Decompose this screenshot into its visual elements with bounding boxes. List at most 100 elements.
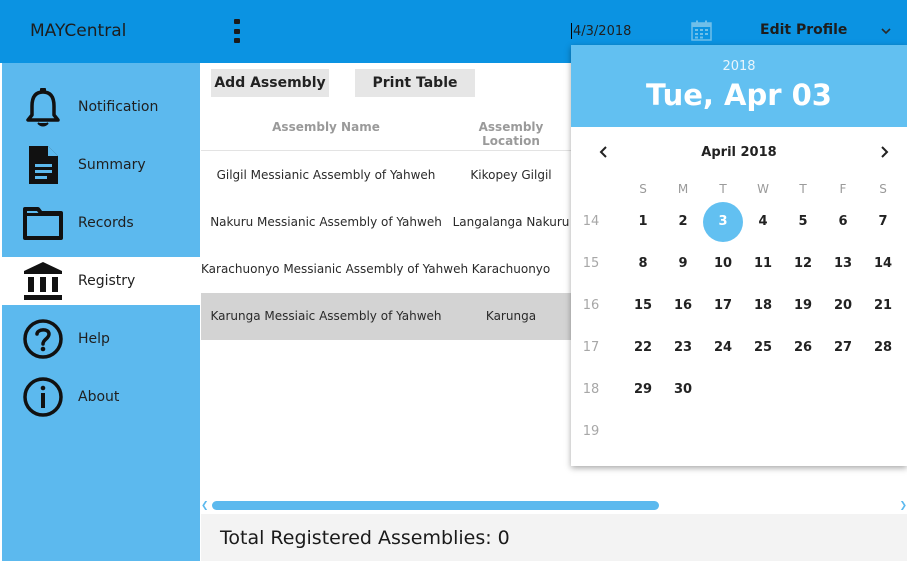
calendar-day[interactable]: 8 bbox=[623, 244, 663, 284]
calendar-week-number: 19 bbox=[582, 424, 600, 439]
calendar-day[interactable]: 14 bbox=[863, 244, 903, 284]
calendar-week-number: 16 bbox=[582, 298, 600, 313]
calendar-week-number: 18 bbox=[582, 382, 600, 397]
scroll-right-icon[interactable]: ❯ bbox=[899, 501, 907, 511]
footer-bar: Total Registered Assemblies: 0 bbox=[201, 514, 907, 561]
text-caret bbox=[571, 23, 572, 39]
calendar-day[interactable]: 20 bbox=[823, 286, 863, 326]
sidebar-item-label: Records bbox=[78, 215, 134, 231]
table-row[interactable]: Karachuonyo Messianic Assembly of Yahweh… bbox=[201, 246, 571, 293]
calendar-week-number: 15 bbox=[582, 256, 600, 271]
cell-assembly-location: Karunga bbox=[485, 309, 537, 323]
scroll-left-icon[interactable]: ❮ bbox=[201, 501, 209, 511]
calendar-day[interactable]: 13 bbox=[823, 244, 863, 284]
cell-assembly-name: Karachuonyo Messianic Assembly of Yahweh bbox=[201, 262, 469, 276]
column-header-assembly-location[interactable]: Assembly Location bbox=[451, 120, 571, 148]
calendar-day-header: W bbox=[757, 182, 769, 196]
cell-assembly-name: Gilgil Messianic Assembly of Yahweh bbox=[216, 168, 436, 182]
calendar-day[interactable]: 22 bbox=[623, 328, 663, 368]
app-title: MAYCentral bbox=[30, 21, 127, 41]
sidebar-item-label: About bbox=[78, 389, 120, 405]
calendar-day[interactable]: 23 bbox=[663, 328, 703, 368]
edit-profile-button[interactable]: Edit Profile bbox=[760, 22, 847, 38]
next-month-icon[interactable] bbox=[877, 144, 891, 160]
sidebar-item-summary[interactable]: Summary bbox=[2, 141, 200, 189]
calendar-day[interactable]: 2 bbox=[663, 202, 703, 242]
calendar-day[interactable]: 10 bbox=[703, 244, 743, 284]
sidebar-item-label: Help bbox=[78, 331, 110, 347]
table-row-selected[interactable]: Karunga Messiaic Assembly of Yahweh Karu… bbox=[201, 293, 571, 340]
bell-icon bbox=[22, 86, 64, 128]
app-window: MAYCentral 4/3/2018 Edit Profile Notific… bbox=[0, 0, 907, 561]
horizontal-scrollbar[interactable]: ❮ ❯ bbox=[201, 500, 907, 512]
calendar-week-number: 14 bbox=[582, 214, 600, 229]
sidebar-item-notification[interactable]: Notification bbox=[2, 83, 200, 131]
calendar-day[interactable]: 25 bbox=[743, 328, 783, 368]
calendar-day[interactable]: 1 bbox=[623, 202, 663, 242]
scrollbar-thumb[interactable] bbox=[212, 501, 659, 510]
cell-assembly-location: Karachuonyo bbox=[471, 262, 551, 276]
calendar-day[interactable]: 27 bbox=[823, 328, 863, 368]
cell-assembly-name: Karunga Messiaic Assembly of Yahweh bbox=[210, 309, 442, 323]
calendar-day-header: M bbox=[677, 182, 689, 196]
date-value: 4/3/2018 bbox=[573, 23, 632, 39]
sidebar-item-about[interactable]: About bbox=[2, 373, 200, 421]
calendar-day[interactable]: 4 bbox=[743, 202, 783, 242]
calendar-day[interactable]: 9 bbox=[663, 244, 703, 284]
calendar-day[interactable]: 16 bbox=[663, 286, 703, 326]
folder-icon bbox=[22, 202, 64, 244]
sidebar-item-label: Notification bbox=[78, 99, 159, 115]
total-assemblies-text: Total Registered Assemblies: 0 bbox=[220, 527, 510, 549]
document-icon bbox=[22, 144, 64, 186]
table-row[interactable]: Nakuru Messianic Assembly of Yahweh Lang… bbox=[201, 199, 571, 246]
calendar-day[interactable]: 12 bbox=[783, 244, 823, 284]
calendar-day[interactable]: 6 bbox=[823, 202, 863, 242]
table-row[interactable]: Gilgil Messianic Assembly of Yahweh Kiko… bbox=[201, 152, 571, 199]
calendar-day[interactable]: 17 bbox=[703, 286, 743, 326]
calendar-day[interactable]: 7 bbox=[863, 202, 903, 242]
print-table-button[interactable]: Print Table bbox=[355, 69, 475, 97]
calendar-day[interactable]: 18 bbox=[743, 286, 783, 326]
calendar-selected-date: Tue, Apr 03 bbox=[646, 78, 832, 112]
cell-assembly-name: Nakuru Messianic Assembly of Yahweh bbox=[210, 215, 442, 229]
sidebar-item-registry[interactable]: Registry bbox=[2, 257, 200, 305]
chevron-down-icon[interactable] bbox=[880, 26, 892, 36]
calendar-day[interactable]: 30 bbox=[663, 370, 703, 410]
column-header-assembly-name[interactable]: Assembly Name bbox=[201, 120, 451, 134]
sidebar-item-records[interactable]: Records bbox=[2, 199, 200, 247]
info-circle-icon bbox=[22, 376, 64, 418]
date-picker-input[interactable]: 4/3/2018 bbox=[571, 20, 681, 42]
calendar-day[interactable]: 21 bbox=[863, 286, 903, 326]
calendar-day-header: S bbox=[879, 182, 887, 196]
sidebar-item-label: Registry bbox=[78, 273, 136, 289]
more-menu-icon[interactable] bbox=[232, 19, 242, 43]
calendar-day-header: T bbox=[719, 182, 727, 196]
calendar-week-number: 17 bbox=[582, 340, 600, 355]
calendar-day[interactable]: 5 bbox=[783, 202, 823, 242]
calendar-icon[interactable] bbox=[691, 20, 712, 41]
calendar-header: 2018 Tue, Apr 03 bbox=[571, 45, 907, 127]
sidebar: Notification Summary Records Registry He… bbox=[2, 63, 200, 561]
calendar-day[interactable]: 11 bbox=[743, 244, 783, 284]
calendar-day[interactable]: 29 bbox=[623, 370, 663, 410]
calendar-day-header: F bbox=[839, 182, 847, 196]
sidebar-item-label: Summary bbox=[78, 157, 146, 173]
calendar-day[interactable]: 26 bbox=[783, 328, 823, 368]
cell-assembly-location: Langalanga Nakuru bbox=[452, 215, 570, 229]
bank-icon bbox=[22, 260, 64, 302]
help-circle-icon bbox=[22, 318, 64, 360]
calendar-month-label: April 2018 bbox=[701, 145, 777, 160]
add-assembly-button[interactable]: Add Assembly bbox=[211, 69, 329, 97]
table-header: Assembly Name Assembly Location bbox=[201, 104, 571, 151]
calendar-day[interactable]: 15 bbox=[623, 286, 663, 326]
calendar-day-header: S bbox=[639, 182, 647, 196]
sidebar-item-help[interactable]: Help bbox=[2, 315, 200, 363]
calendar-day[interactable]: 28 bbox=[863, 328, 903, 368]
calendar-day[interactable]: 24 bbox=[703, 328, 743, 368]
calendar-day[interactable]: 19 bbox=[783, 286, 823, 326]
cell-assembly-location: Kikopey Gilgil bbox=[470, 168, 552, 182]
calendar-day-header: T bbox=[799, 182, 807, 196]
calendar-popup: 2018 Tue, Apr 03 April 2018 S M T W T F S 14 1 2 3… bbox=[571, 45, 907, 466]
calendar-year[interactable]: 2018 bbox=[571, 59, 907, 74]
calendar-day-selected[interactable]: 3 bbox=[703, 202, 743, 242]
